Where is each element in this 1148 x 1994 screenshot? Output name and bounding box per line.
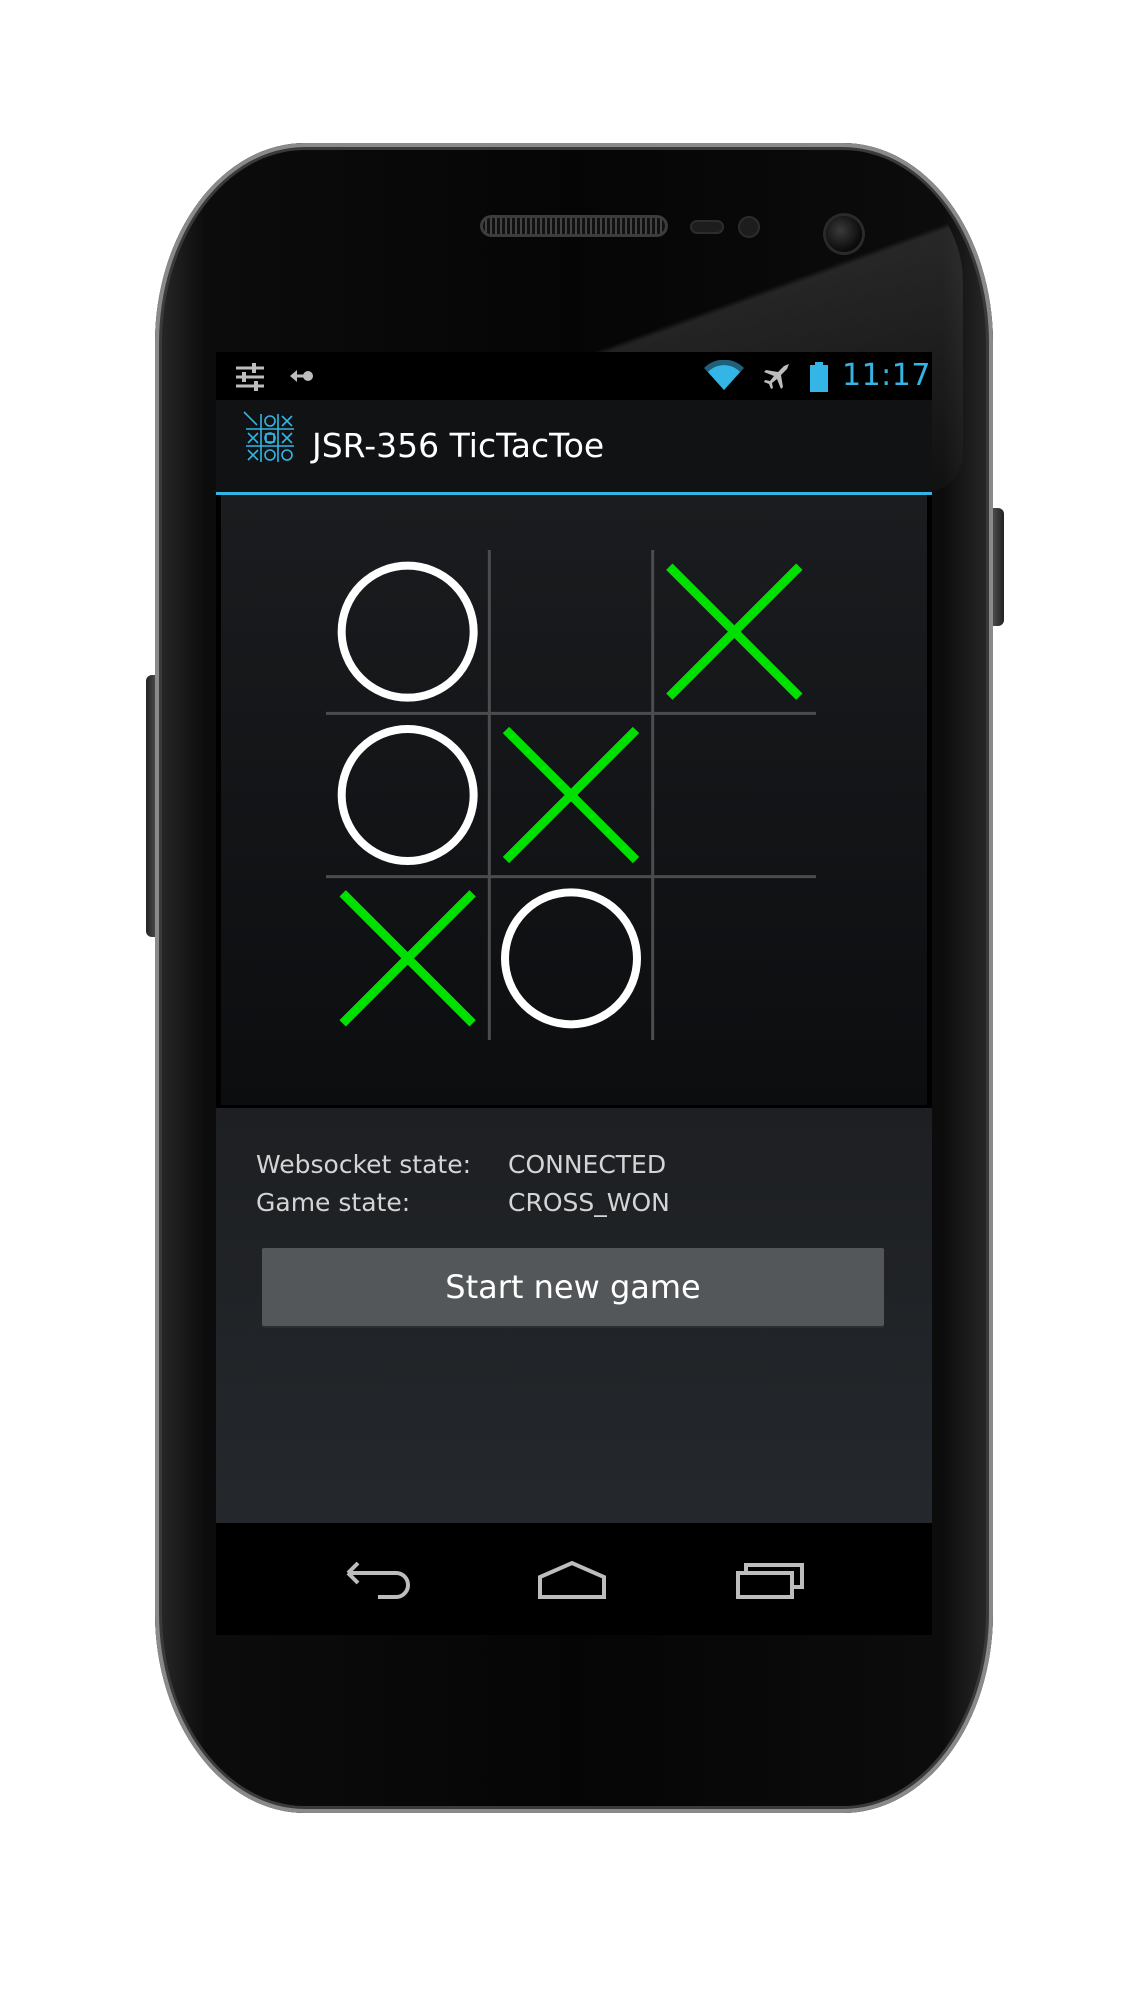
navigation-bar [216,1523,932,1635]
back-icon[interactable] [338,1555,418,1605]
wifi-icon [704,360,744,390]
board-cell-2-2[interactable] [653,877,816,1040]
front-camera [826,216,862,252]
board-cell-1-1[interactable] [489,713,652,876]
app-title: JSR-356 TicTacToe [312,426,605,465]
clock: 11:17 [842,358,931,393]
settings-sliders-icon [236,363,264,391]
websocket-state-label: Websocket state: [256,1150,472,1179]
status-bar: 11:17 [216,352,932,400]
board-cell-2-0[interactable] [326,877,489,1040]
board-area [221,495,927,1108]
tictactoe-board[interactable] [326,550,816,1040]
board-cell-0-2[interactable] [653,550,816,713]
airplane-icon [764,364,789,389]
info-panel: Websocket state: CONNECTED Game state: CRO… [216,1108,932,1523]
tictactoe-app-icon[interactable] [242,410,298,466]
websocket-state-row: Websocket state: CONNECTED [256,1150,666,1179]
home-icon[interactable] [532,1555,612,1605]
proximity-sensor [690,220,724,234]
board-cell-0-1[interactable] [489,550,652,713]
earpiece-speaker [480,215,668,237]
usb-debug-icon [290,370,313,382]
screen: 11:17 JSR-356 TicTacToe Websocket state:… [216,352,932,1635]
light-sensor [738,216,760,238]
board-cell-0-0[interactable] [326,550,489,713]
game-state-value: CROSS_WON [508,1188,670,1217]
stage: 11:17 JSR-356 TicTacToe Websocket state:… [0,0,1148,1994]
board-cell-1-0[interactable] [326,713,489,876]
game-state-row: Game state: CROSS_WON [256,1188,670,1217]
board-cell-1-2[interactable] [653,713,816,876]
start-new-game-button[interactable]: Start new game [262,1248,884,1326]
action-bar: JSR-356 TicTacToe [216,400,932,495]
game-state-label: Game state: [256,1188,411,1217]
board-cell-2-1[interactable] [489,877,652,1040]
websocket-state-value: CONNECTED [508,1150,667,1179]
battery-icon [810,362,828,392]
recent-apps-icon[interactable] [732,1555,812,1605]
